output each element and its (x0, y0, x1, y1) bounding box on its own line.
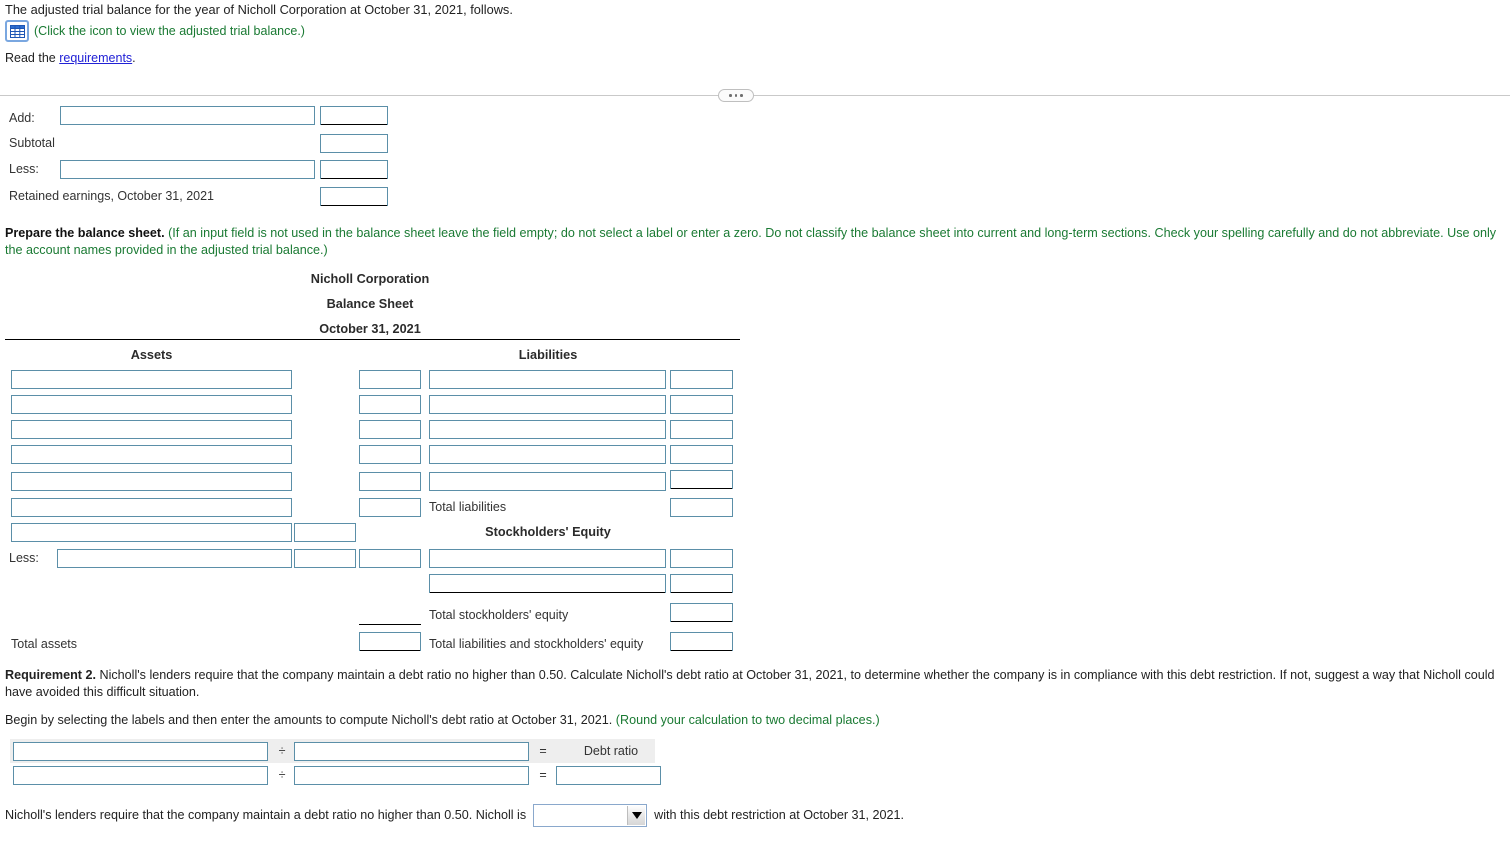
worksheet-page: The adjusted trial balance for the year … (0, 0, 1510, 842)
liability-account-input[interactable] (429, 370, 666, 389)
bs-date: October 31, 2021 (319, 322, 421, 336)
trial-balance-icon-row: (Click the icon to view the adjusted tri… (5, 19, 305, 43)
compliance-dropdown[interactable] (533, 803, 648, 827)
total-equity-label: Total stockholders' equity (429, 608, 569, 622)
equity-amount-input[interactable] (670, 549, 733, 568)
divide-symbol: ÷ (278, 744, 286, 758)
total-liabilities-label: Total liabilities (429, 500, 507, 514)
top-row-text-input[interactable] (60, 160, 315, 179)
handle-dot (729, 94, 732, 97)
debt-ratio-denominator-label-input[interactable] (294, 742, 529, 761)
asset-net-amount-input[interactable] (359, 549, 421, 568)
liability-account-input[interactable] (429, 472, 666, 491)
requirements-link[interactable]: requirements (59, 51, 132, 65)
debt-ratio-numerator-label-input[interactable] (13, 742, 268, 761)
liability-amount-right-input[interactable] (670, 395, 733, 414)
panel-divider (0, 95, 1510, 96)
liability-amount-left-input[interactable] (359, 445, 421, 464)
liability-account-input[interactable] (429, 445, 666, 464)
equity-account-input[interactable] (429, 574, 666, 593)
compliance-sentence: Nicholl's lenders require that the compa… (5, 803, 905, 827)
compliance-prefix: Nicholl's lenders require that the compa… (5, 808, 527, 822)
total-liabilities-amount-input[interactable] (670, 498, 733, 517)
equity-account-input[interactable] (429, 549, 666, 568)
total-assets-label: Total assets (11, 637, 78, 651)
equity-section-header: Stockholders' Equity (485, 525, 611, 539)
bs-company-name: Nicholl Corporation (310, 272, 430, 286)
requirement-2-bold: Requirement 2. (5, 668, 96, 682)
liability-amount-left-input[interactable] (359, 420, 421, 439)
liability-amount-left-input[interactable] (359, 395, 421, 414)
divide-symbol: ÷ (278, 768, 286, 782)
equity-amount-input[interactable] (670, 574, 733, 593)
total-assets-subtotal-rule (359, 606, 421, 625)
read-requirements-row: Read the requirements. (5, 51, 136, 65)
balance-sheet-form: Nicholl Corporation Balance Sheet Octobe… (0, 270, 760, 660)
top-row-label: Retained earnings, October 31, 2021 (9, 189, 214, 203)
read-suffix: . (132, 51, 136, 65)
debt-ratio-table: ÷ = Debt ratio ÷ = (10, 739, 661, 788)
total-equity-amount-input[interactable] (670, 603, 733, 622)
contra-asset-amount-input[interactable] (294, 549, 356, 568)
debt-ratio-numerator-amount-input[interactable] (13, 766, 268, 785)
equals-symbol: = (539, 744, 547, 758)
liability-amount-right-input[interactable] (670, 445, 733, 464)
read-prefix: Read the (5, 51, 60, 65)
top-row-text-input[interactable] (60, 106, 315, 125)
debt-ratio-result-input[interactable] (556, 766, 661, 785)
prepare-instructions: Prepare the balance sheet. (If an input … (5, 225, 1505, 258)
requirement-2-text: Requirement 2. Nicholl's lenders require… (5, 667, 1505, 700)
chevron-down-icon[interactable] (627, 805, 646, 825)
total-liab-equity-label: Total liabilities and stockholders' equi… (429, 637, 644, 651)
contra-asset-input[interactable] (57, 549, 292, 568)
debt-ratio-result-label: Debt ratio (583, 744, 639, 758)
top-row-amount-input[interactable] (320, 134, 388, 153)
liabilities-column-header: Liabilities (518, 348, 578, 362)
begin-instruction: Begin by selecting the labels and then e… (5, 713, 1485, 727)
liability-amount-left-input[interactable] (359, 472, 421, 491)
top-row-label: Subtotal (9, 136, 55, 150)
handle-dot (734, 94, 738, 97)
debt-ratio-denominator-amount-input[interactable] (294, 766, 529, 785)
asset-account-input[interactable] (11, 420, 292, 439)
liability-account-input[interactable] (429, 420, 666, 439)
total-liabilities-left-input[interactable] (359, 498, 421, 517)
top-row-amount-input[interactable] (320, 160, 388, 179)
total-liab-equity-amount-input[interactable] (670, 632, 733, 651)
top-row-label: Add: (9, 111, 35, 125)
prepare-hint: (If an input field is not used in the ba… (5, 226, 1497, 257)
equals-symbol: = (539, 768, 547, 782)
begin-hint: (Round your calculation to two decimal p… (615, 713, 880, 727)
liability-amount-right-input[interactable] (670, 420, 733, 439)
liability-amount-left-input[interactable] (359, 370, 421, 389)
bs-statement-name: Balance Sheet (326, 297, 414, 311)
requirement-2-body: Nicholl's lenders require that the compa… (5, 668, 1495, 699)
liability-account-input[interactable] (429, 395, 666, 414)
top-row-label: Less: (9, 162, 39, 176)
compliance-suffix: with this debt restriction at October 31… (654, 808, 905, 822)
panel-collapse-handle[interactable] (718, 89, 754, 102)
top-row-amount-input[interactable] (320, 187, 388, 206)
asset-account-input[interactable] (11, 472, 292, 491)
asset-less-label: Less: (9, 551, 39, 565)
table-grid-icon[interactable] (5, 20, 29, 42)
handle-dot (740, 94, 743, 97)
retained-earnings-table-partial: Add: Subtotal Less: Retained earnings, O… (0, 104, 760, 214)
total-assets-amount-input[interactable] (359, 632, 421, 651)
asset-account-input[interactable] (11, 498, 292, 517)
top-row-amount-input[interactable] (320, 106, 388, 125)
begin-text: Begin by selecting the labels and then e… (5, 713, 616, 727)
bs-header-rule (5, 339, 740, 340)
liability-amount-right-input[interactable] (670, 470, 733, 489)
asset-account-input[interactable] (11, 523, 292, 542)
prepare-bold: Prepare the balance sheet. (5, 226, 165, 240)
asset-account-input[interactable] (11, 370, 292, 389)
assets-column-header: Assets (130, 348, 173, 362)
liability-amount-right-input[interactable] (670, 370, 733, 389)
icon-hint-text: (Click the icon to view the adjusted tri… (34, 24, 305, 38)
asset-account-input[interactable] (11, 395, 292, 414)
asset-account-input[interactable] (11, 445, 292, 464)
intro-text: The adjusted trial balance for the year … (5, 2, 513, 17)
asset-amount-input[interactable] (294, 523, 356, 542)
